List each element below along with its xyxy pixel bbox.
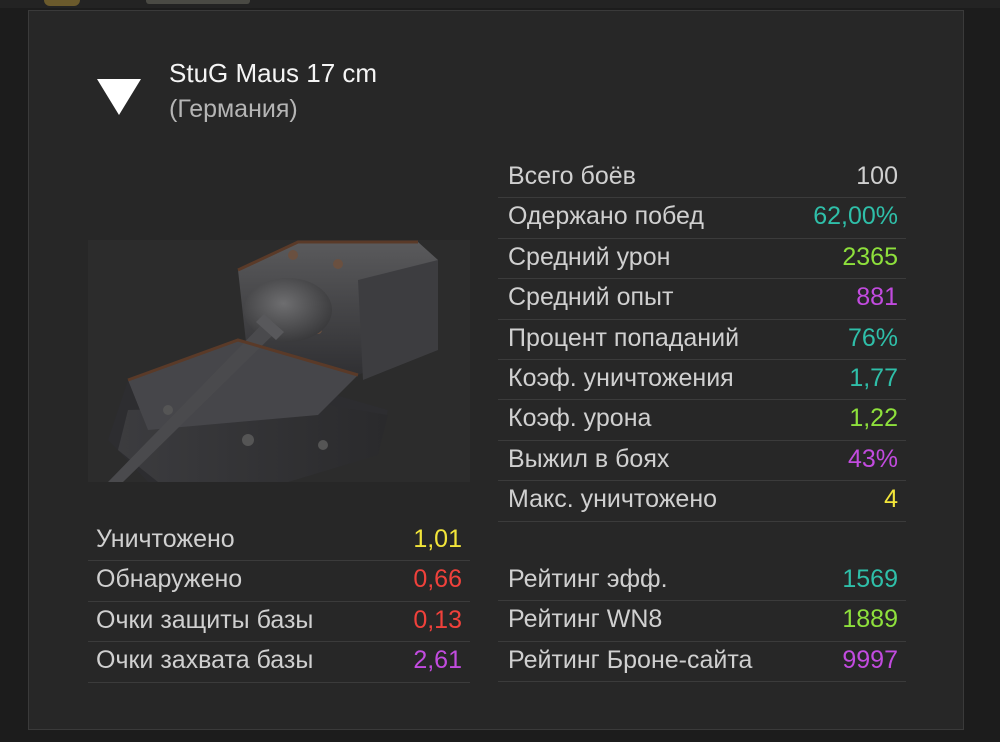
rating-value: 1889 (842, 605, 898, 634)
averages-table: Уничтожено 1,01 Обнаружено 0,66 Очки защ… (88, 521, 470, 683)
stat-row-avg-damage: Средний урон 2365 (498, 239, 906, 280)
stat-value: 0,13 (413, 605, 462, 634)
stat-label: Коэф. урона (508, 404, 652, 433)
stat-label: Одержано побед (508, 202, 704, 231)
collapse-triangle-icon[interactable] (97, 79, 141, 115)
stat-label: Очки захвата базы (96, 646, 314, 675)
rating-label: Рейтинг эфф. (508, 565, 668, 593)
stats-table: Всего боёв 100 Одержано побед 62,00% Сре… (498, 158, 906, 522)
stat-label: Коэф. уничтожения (508, 363, 734, 392)
stat-row-destroyed: Уничтожено 1,01 (88, 521, 470, 562)
progress-bar (146, 0, 250, 4)
rating-value: 1569 (842, 565, 898, 593)
stat-value: 76% (847, 323, 898, 352)
stat-row-avg-xp: Средний опыт 881 (498, 279, 906, 320)
stat-row-damage-ratio: Коэф. урона 1,22 (498, 400, 906, 441)
stat-row-survived: Выжил в боях 43% (498, 441, 906, 482)
rating-row-wn8: Рейтинг WN8 1889 (498, 601, 906, 642)
stat-label: Обнаружено (96, 565, 243, 594)
stat-label: Очки защиты базы (96, 605, 314, 634)
stat-label: Выжил в боях (508, 444, 670, 473)
rating-row-armor-site: Рейтинг Броне-сайта 9997 (498, 642, 906, 683)
previous-row-cutoff (0, 0, 1000, 8)
rating-row-efficiency: Рейтинг эфф. 1569 (498, 561, 906, 602)
stat-value: 2,61 (413, 646, 462, 675)
stat-value: 4 (884, 485, 898, 514)
stat-value: 43% (847, 444, 898, 473)
stat-value: 62,00% (813, 202, 898, 231)
rating-value: 9997 (842, 645, 898, 674)
stat-value: 1,22 (849, 404, 898, 433)
stat-value: 1,01 (413, 525, 462, 553)
stat-row-spotted: Обнаружено 0,66 (88, 561, 470, 602)
tank-image (88, 240, 470, 482)
rating-label: Рейтинг Броне-сайта (508, 645, 753, 674)
stat-value: 2365 (842, 242, 898, 271)
stat-row-max-kills: Макс. уничтожено 4 (498, 481, 906, 522)
stat-row-capture-points: Очки захвата базы 2,61 (88, 642, 470, 683)
medal-icon (44, 0, 80, 6)
tank-name: StuG Maus 17 cm (169, 58, 378, 88)
stat-label: Уничтожено (96, 525, 235, 553)
stat-value: 100 (856, 162, 898, 190)
stat-row-battles: Всего боёв 100 (498, 158, 906, 199)
stat-row-wins: Одержано побед 62,00% (498, 198, 906, 239)
stat-value: 881 (856, 283, 898, 312)
stat-label: Средний опыт (508, 283, 674, 312)
stat-value: 1,77 (849, 363, 898, 392)
stat-label: Всего боёв (508, 162, 636, 190)
stat-row-defense-points: Очки защиты базы 0,13 (88, 602, 470, 643)
tank-nation: (Германия) (169, 95, 298, 123)
stat-label: Процент попаданий (508, 323, 740, 352)
stat-row-hit-rate: Процент попаданий 76% (498, 320, 906, 360)
stat-label: Макс. уничтожено (508, 485, 718, 514)
stat-label: Средний урон (508, 242, 671, 271)
ratings-table: Рейтинг эфф. 1569 Рейтинг WN8 1889 Рейти… (498, 561, 906, 683)
stat-row-kill-ratio: Коэф. уничтожения 1,77 (498, 360, 906, 401)
rating-label: Рейтинг WN8 (508, 605, 663, 634)
stat-value: 0,66 (413, 565, 462, 594)
